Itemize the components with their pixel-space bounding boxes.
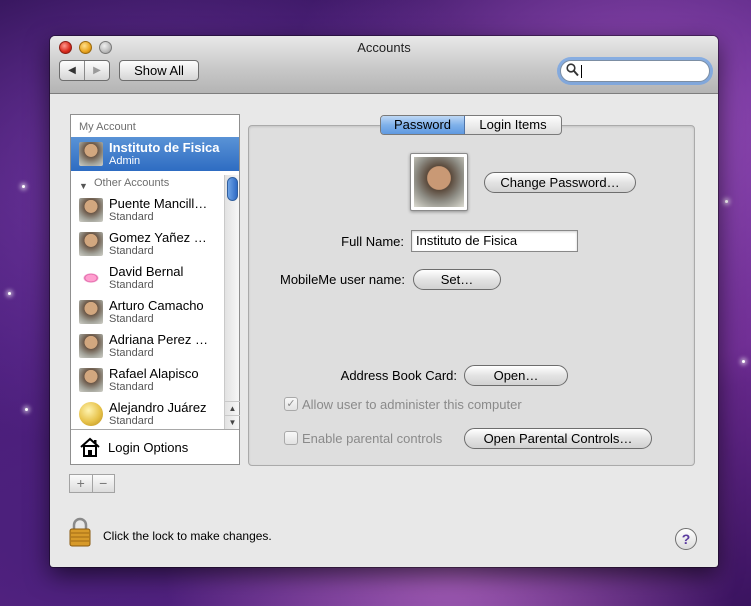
- scroll-up-arrow-icon[interactable]: ▲: [225, 401, 240, 415]
- list-item[interactable]: Alejandro Juárez Standard: [71, 397, 224, 431]
- add-remove-buttons: + −: [69, 474, 115, 493]
- account-name: Alejandro Juárez: [109, 400, 207, 415]
- user-photo-icon: [414, 157, 464, 207]
- tab-login-items[interactable]: Login Items: [465, 116, 561, 134]
- lock-message: Click the lock to make changes.: [103, 529, 272, 543]
- account-role: Standard: [109, 415, 154, 427]
- list-item[interactable]: Puente Mancill… Standard: [71, 193, 224, 227]
- account-role: Standard: [109, 381, 154, 393]
- forward-arrow-icon: ▶: [93, 65, 101, 76]
- change-password-button[interactable]: Change Password…: [484, 172, 636, 193]
- tab-password[interactable]: Password: [381, 116, 465, 134]
- account-name: Adriana Perez …: [109, 332, 208, 347]
- user-picture-well[interactable]: [410, 153, 468, 211]
- back-arrow-icon: ◀: [68, 65, 76, 76]
- user-photo-icon: [79, 334, 103, 358]
- house-icon: [80, 437, 100, 457]
- login-options-label: Login Options: [108, 440, 189, 455]
- tennis-ball-icon: [79, 402, 103, 426]
- account-role: Standard: [109, 313, 154, 325]
- list-item[interactable]: David Bernal Standard: [71, 261, 224, 295]
- star: [22, 185, 25, 188]
- allow-admin-label: Allow user to administer this computer: [302, 397, 522, 412]
- star: [25, 408, 28, 411]
- full-name-label: Full Name:: [341, 234, 404, 249]
- user-photo-icon: [79, 198, 103, 222]
- show-all-button[interactable]: Show All: [119, 60, 199, 81]
- disclosure-triangle-icon[interactable]: ▼: [79, 181, 88, 191]
- text-cursor: [581, 65, 582, 78]
- accounts-scrollbar[interactable]: ▲ ▼: [224, 175, 240, 429]
- account-name: Puente Mancill…: [109, 196, 208, 211]
- nav-buttons: ◀ ▶: [59, 60, 110, 81]
- allow-admin-checkbox[interactable]: ✓: [284, 397, 298, 411]
- search-icon: [566, 63, 580, 79]
- title-bar: Accounts ◀ ▶ Show All: [50, 36, 718, 94]
- full-name-field[interactable]: Instituto de Fisica: [411, 230, 578, 252]
- account-role: Admin: [109, 155, 141, 167]
- lock-icon[interactable]: [69, 517, 91, 547]
- account-name: Arturo Camacho: [109, 298, 204, 313]
- account-name: Rafael Alapisco: [109, 366, 199, 381]
- list-item[interactable]: Arturo Camacho Standard: [71, 295, 224, 329]
- user-photo-icon: [79, 368, 103, 392]
- mobileme-label: MobileMe user name:: [280, 272, 405, 287]
- help-button[interactable]: ?: [675, 528, 697, 550]
- set-mobileme-button[interactable]: Set…: [413, 269, 501, 290]
- remove-account-button[interactable]: −: [91, 475, 115, 492]
- accounts-window: Accounts ◀ ▶ Show All My Account Institu…: [50, 36, 718, 567]
- star: [8, 292, 11, 295]
- accounts-list: My Account Instituto de Fisica Admin ▼ O…: [70, 114, 240, 465]
- user-photo-icon: [79, 142, 103, 166]
- account-name: David Bernal: [109, 264, 184, 279]
- lips-icon: [79, 266, 103, 290]
- open-address-book-button[interactable]: Open…: [464, 365, 568, 386]
- search-field[interactable]: [560, 60, 710, 82]
- star: [742, 360, 745, 363]
- scroll-thumb[interactable]: [227, 177, 238, 201]
- list-item[interactable]: Rafael Alapisco Standard: [71, 363, 224, 397]
- address-book-label: Address Book Card:: [340, 368, 457, 383]
- list-item[interactable]: Gomez Yañez … Standard: [71, 227, 224, 261]
- scroll-down-arrow-icon[interactable]: ▼: [225, 415, 240, 429]
- account-role: Standard: [109, 279, 154, 291]
- login-options-item[interactable]: Login Options: [71, 429, 239, 464]
- window-title: Accounts: [357, 40, 411, 55]
- open-parental-controls-button[interactable]: Open Parental Controls…: [464, 428, 652, 449]
- user-photo-icon: [79, 300, 103, 324]
- add-account-button[interactable]: +: [70, 475, 92, 492]
- other-accounts-header: Other Accounts: [94, 177, 170, 189]
- star: [725, 200, 728, 203]
- user-photo-icon: [79, 232, 103, 256]
- forward-button[interactable]: ▶: [84, 61, 109, 80]
- account-name: Gomez Yañez …: [109, 230, 207, 245]
- account-role: Standard: [109, 245, 154, 257]
- account-name: Instituto de Fisica: [109, 140, 220, 155]
- parental-controls-label: Enable parental controls: [302, 431, 443, 446]
- account-role: Standard: [109, 211, 154, 223]
- back-button[interactable]: ◀: [60, 61, 84, 80]
- account-item-selected[interactable]: Instituto de Fisica Admin: [71, 137, 239, 171]
- list-item[interactable]: Adriana Perez … Standard: [71, 329, 224, 363]
- parental-controls-checkbox[interactable]: [284, 431, 298, 445]
- account-role: Standard: [109, 347, 154, 359]
- tab-bar: Password Login Items: [380, 115, 562, 135]
- my-account-header: My Account: [79, 121, 136, 133]
